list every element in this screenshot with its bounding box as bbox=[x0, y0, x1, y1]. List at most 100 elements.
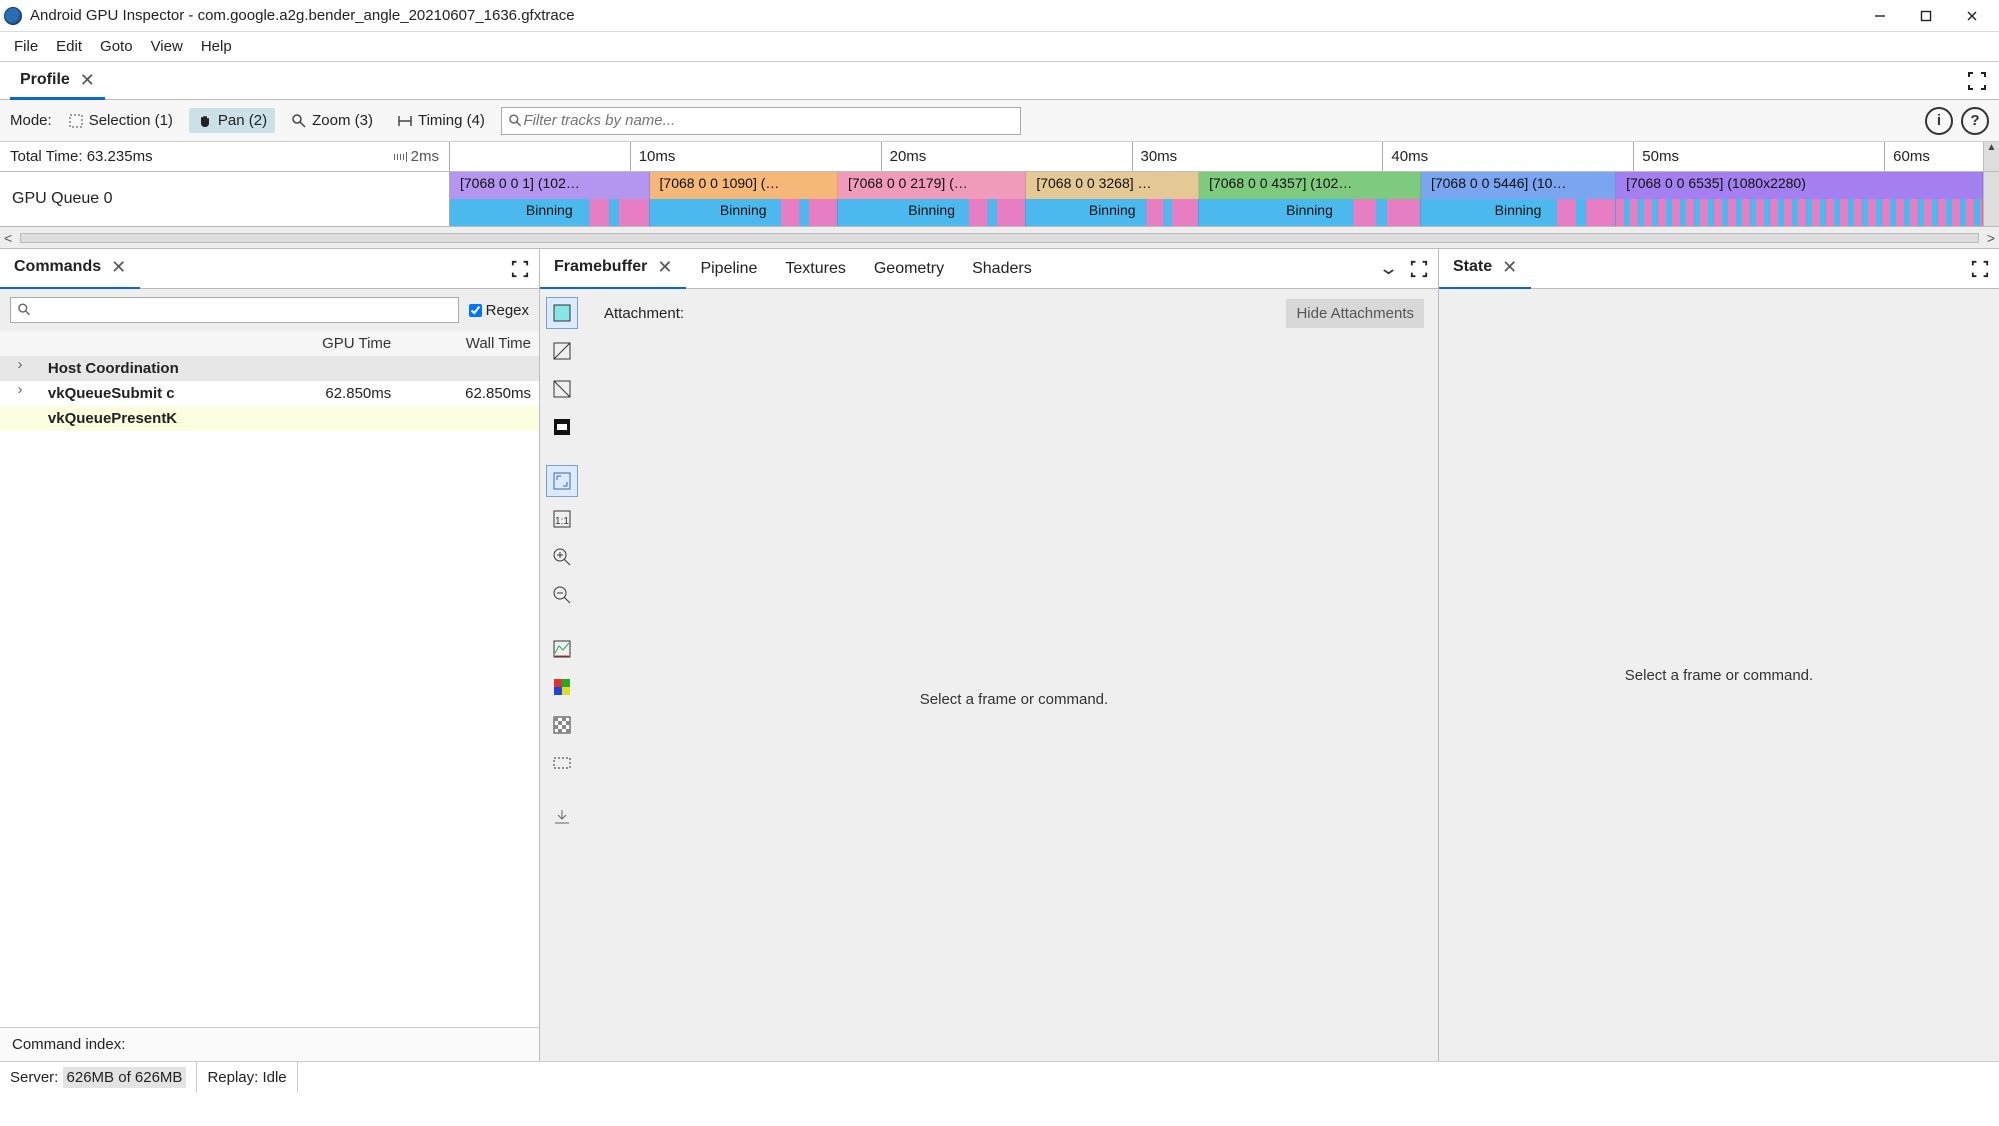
table-row[interactable]: › vkQueueSubmit c 62.850ms 62.850ms bbox=[0, 381, 539, 406]
binning-block[interactable]: Binning bbox=[650, 199, 838, 226]
svg-text:1:1: 1:1 bbox=[555, 516, 569, 527]
gpu-queue-tracks[interactable]: [7068 0 0 1] (102… [7068 0 0 1090] (… [7… bbox=[450, 172, 1983, 226]
info-icon[interactable]: i bbox=[1925, 107, 1953, 135]
tab-profile-label: Profile bbox=[20, 71, 70, 89]
regex-checkbox-input[interactable] bbox=[469, 304, 482, 317]
hscroll-track[interactable] bbox=[20, 233, 1979, 243]
fb-zoom-in-icon[interactable] bbox=[546, 541, 578, 573]
binning-block[interactable]: Binning bbox=[1199, 199, 1421, 226]
fullscreen-icon[interactable] bbox=[1967, 71, 1987, 91]
table-row[interactable]: › Host Coordination bbox=[0, 356, 539, 381]
chevron-down-icon[interactable]: ⌄ bbox=[1378, 258, 1399, 279]
binning-block[interactable]: Binning bbox=[450, 199, 650, 226]
table-row[interactable]: vkQueuePresentK bbox=[0, 406, 539, 431]
track-block[interactable]: [7068 0 0 2179] (… bbox=[838, 172, 1026, 199]
track-block[interactable]: [7068 0 0 3268] … bbox=[1026, 172, 1199, 199]
gpu-queue-row: GPU Queue 0 [7068 0 0 1] (102… [7068 0 0… bbox=[0, 172, 1999, 227]
timeline-vscroll[interactable] bbox=[1983, 172, 1999, 226]
scroll-up-icon[interactable]: ▲ bbox=[1983, 142, 1999, 171]
fb-crop-icon[interactable] bbox=[546, 747, 578, 779]
profile-tab-bar: Profile ✕ bbox=[0, 62, 1999, 100]
close-icon[interactable]: ✕ bbox=[111, 257, 126, 278]
binning-block[interactable]: Binning bbox=[1026, 199, 1199, 226]
hide-attachments-button[interactable]: Hide Attachments bbox=[1286, 299, 1424, 328]
close-icon[interactable]: ✕ bbox=[657, 257, 672, 278]
fullscreen-icon[interactable] bbox=[1971, 260, 1989, 278]
filter-tracks-field[interactable] bbox=[523, 112, 1013, 129]
center-panel: Framebuffer ✕ Pipeline Textures Geometry… bbox=[540, 249, 1439, 1061]
regex-checkbox[interactable]: Regex bbox=[469, 302, 529, 319]
help-icon[interactable]: ? bbox=[1961, 107, 1989, 135]
fb-zoom-out-icon[interactable] bbox=[546, 579, 578, 611]
commands-panel: Commands ✕ Regex GPU Time Wall Time bbox=[0, 249, 540, 1061]
tab-state[interactable]: State ✕ bbox=[1439, 248, 1531, 290]
time-ticks[interactable]: 10ms 20ms 30ms 40ms 50ms 60ms bbox=[450, 142, 1983, 171]
menu-help[interactable]: Help bbox=[195, 36, 238, 57]
command-name: vkQueuePresentK bbox=[40, 406, 260, 431]
command-name: vkQueueSubmit c bbox=[40, 381, 260, 406]
tab-profile[interactable]: Profile ✕ bbox=[10, 62, 105, 100]
fb-checker-icon[interactable] bbox=[546, 709, 578, 741]
commands-header-row: GPU Time Wall Time bbox=[0, 331, 539, 356]
fb-save-icon[interactable] bbox=[546, 801, 578, 833]
fb-color-icon[interactable] bbox=[546, 297, 578, 329]
close-icon[interactable]: ✕ bbox=[1502, 257, 1517, 278]
total-time-label: Total Time: 63.235ms 2ms bbox=[0, 142, 450, 171]
status-server: Server: 626MB of 626MB bbox=[0, 1062, 197, 1093]
menu-view[interactable]: View bbox=[145, 36, 189, 57]
commands-search[interactable] bbox=[10, 297, 459, 323]
mode-pan[interactable]: Pan (2) bbox=[189, 108, 275, 133]
fb-wireframe-icon[interactable] bbox=[546, 335, 578, 367]
commands-search-input[interactable] bbox=[32, 303, 451, 318]
menu-file[interactable]: File bbox=[8, 36, 44, 57]
fb-depth-icon[interactable] bbox=[546, 411, 578, 443]
window-title: Android GPU Inspector - com.google.a2g.b… bbox=[30, 7, 1857, 24]
tab-framebuffer[interactable]: Framebuffer ✕ bbox=[540, 248, 686, 290]
expand-icon[interactable]: › bbox=[0, 356, 40, 381]
mode-toolbar: Mode: Selection (1) Pan (2) Zoom (3) Tim… bbox=[0, 100, 1999, 142]
fullscreen-icon[interactable] bbox=[1410, 260, 1428, 278]
binning-block[interactable]: Binning bbox=[1421, 199, 1616, 226]
close-button[interactable] bbox=[1949, 2, 1995, 30]
filter-tracks-input[interactable] bbox=[501, 107, 1021, 135]
menu-goto[interactable]: Goto bbox=[94, 36, 139, 57]
tab-commands[interactable]: Commands ✕ bbox=[0, 248, 140, 290]
expand-icon[interactable]: › bbox=[0, 381, 40, 406]
col-gpu-time: GPU Time bbox=[260, 331, 400, 356]
col-wall-time: Wall Time bbox=[399, 331, 539, 356]
scroll-right-icon[interactable]: > bbox=[1987, 230, 1995, 246]
menu-edit[interactable]: Edit bbox=[50, 36, 88, 57]
binning-block[interactable] bbox=[1616, 199, 1983, 226]
fb-overdraw-icon[interactable] bbox=[546, 373, 578, 405]
track-block[interactable]: [7068 0 0 1] (102… bbox=[450, 172, 650, 199]
tab-shaders[interactable]: Shaders bbox=[958, 251, 1046, 287]
track-block[interactable]: [7068 0 0 6535] (1080x2280) bbox=[1616, 172, 1983, 199]
maximize-button[interactable] bbox=[1903, 2, 1949, 30]
close-icon[interactable]: ✕ bbox=[80, 70, 95, 91]
track-block[interactable]: [7068 0 0 5446] (10… bbox=[1421, 172, 1616, 199]
timeline-hscroll[interactable]: < > bbox=[0, 227, 1999, 249]
fb-actual-size-icon[interactable]: 1:1 bbox=[546, 503, 578, 535]
mode-zoom[interactable]: Zoom (3) bbox=[283, 108, 381, 133]
tab-geometry[interactable]: Geometry bbox=[860, 251, 958, 287]
mode-timing[interactable]: Timing (4) bbox=[389, 108, 493, 133]
fullscreen-icon[interactable] bbox=[511, 260, 529, 278]
title-bar: Android GPU Inspector - com.google.a2g.b… bbox=[0, 0, 1999, 32]
status-server-mem: 626MB of 626MB bbox=[63, 1067, 187, 1088]
binning-block[interactable]: Binning bbox=[838, 199, 1026, 226]
state-panel: State ✕ Select a frame or command. bbox=[1439, 249, 1999, 1061]
fb-fit-icon[interactable] bbox=[546, 465, 578, 497]
scroll-left-icon[interactable]: < bbox=[4, 230, 12, 246]
track-block[interactable]: [7068 0 0 4357] (102… bbox=[1199, 172, 1421, 199]
minimize-button[interactable] bbox=[1857, 2, 1903, 30]
scale-ticks-icon bbox=[394, 152, 407, 162]
tab-pipeline[interactable]: Pipeline bbox=[686, 251, 771, 287]
panels-area: Commands ✕ Regex GPU Time Wall Time bbox=[0, 249, 1999, 1061]
framebuffer-toolbar: 1:1 bbox=[540, 289, 590, 1061]
fb-histogram-icon[interactable] bbox=[546, 633, 578, 665]
mode-selection[interactable]: Selection (1) bbox=[60, 108, 181, 133]
tab-textures[interactable]: Textures bbox=[771, 251, 859, 287]
fb-channels-icon[interactable] bbox=[546, 671, 578, 703]
selection-icon bbox=[68, 113, 84, 129]
track-block[interactable]: [7068 0 0 1090] (… bbox=[650, 172, 838, 199]
